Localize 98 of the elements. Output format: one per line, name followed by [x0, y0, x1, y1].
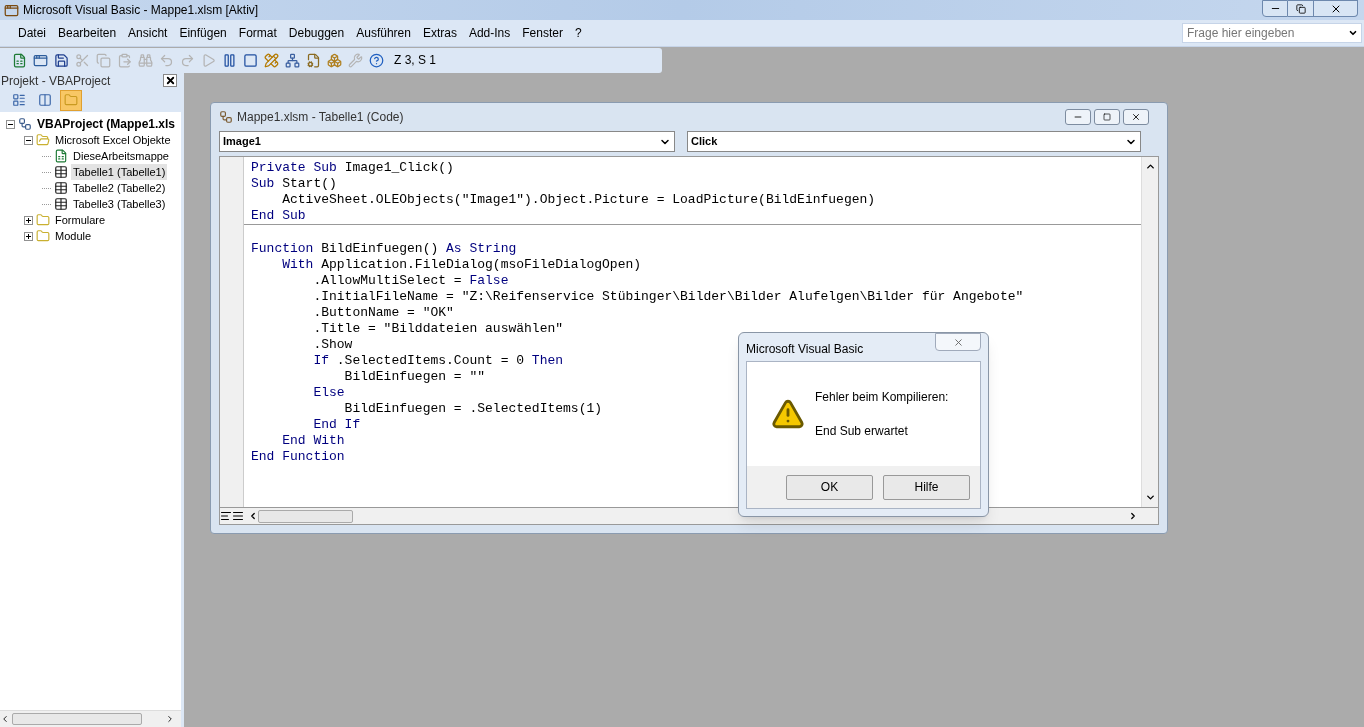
sheet-icon: [54, 181, 68, 195]
ruler-pencil-icon[interactable]: [264, 52, 279, 68]
tree-item[interactable]: Tabelle1 (Tabelle1): [71, 163, 168, 181]
code-line: Function BildEinfuegen() As String: [251, 241, 517, 256]
code-line: If .SelectedItems.Count = 0 Then: [312, 353, 564, 368]
form-icon[interactable]: [33, 52, 48, 68]
folder-icon: [36, 213, 50, 227]
code-line: .Show: [312, 337, 353, 352]
tree-item[interactable]: Formulare: [53, 211, 108, 229]
close-icon: [1131, 112, 1141, 122]
vertical-scrollbar[interactable]: [1141, 157, 1158, 507]
close-button[interactable]: [163, 74, 177, 87]
code-line: BildEinfuegen = "": [343, 369, 486, 384]
folder-icon: [64, 93, 78, 107]
code-line: .ButtonName = "OK": [312, 305, 454, 320]
code-line: .Title = "Bilddateien auswählen": [312, 321, 564, 336]
tree-item[interactable]: Tabelle2 (Tabelle2): [71, 179, 168, 197]
error-detail: End Sub erwartet: [815, 423, 909, 440]
tree-item[interactable]: VBAProject (Mappe1.xls: [35, 115, 178, 133]
folder-icon: [36, 229, 50, 243]
sheet-icon: [54, 165, 68, 179]
save-icon[interactable]: [54, 52, 69, 68]
code-line: .AllowMultiSelect = False: [312, 273, 509, 288]
scroll-left-icon[interactable]: [248, 511, 258, 521]
help-icon[interactable]: [369, 52, 384, 68]
workbook-icon: [54, 149, 68, 163]
code-line: .InitialFileName = "Z:\Reifenservice Stübinger\Bilder\Bilder Alufelgen\Bilder für Angebote": [312, 289, 1024, 304]
menu-item[interactable]: Fenster: [516, 24, 569, 42]
code-line: End If: [312, 417, 361, 432]
menu-item[interactable]: Ausführen: [350, 24, 417, 42]
app-icon: [4, 2, 19, 18]
list-icon: [12, 93, 26, 107]
dialog-button[interactable]: Hilfe: [883, 474, 970, 500]
menu-item[interactable]: Extras: [416, 24, 463, 42]
dropdown-icon[interactable]: [1348, 28, 1358, 38]
procedure-dropdown[interactable]: Click: [687, 131, 1141, 152]
minimize-button[interactable]: [1065, 109, 1091, 125]
object-dropdown[interactable]: Image1: [219, 131, 675, 152]
code-line: With Application.FileDialog(msoFileDialogOpen): [281, 257, 642, 272]
columns-icon: [38, 93, 52, 107]
expand-icon[interactable]: [24, 231, 33, 241]
collapse-icon[interactable]: [6, 119, 15, 129]
full-module-view-icon[interactable]: [232, 510, 244, 522]
menu-item[interactable]: Format: [232, 24, 283, 42]
menu-item[interactable]: Debuggen: [282, 24, 351, 42]
code-line: BildEinfuegen = .SelectedItems(1): [343, 401, 603, 416]
folder-toggle-button[interactable]: [60, 89, 82, 111]
warning-icon: [771, 397, 805, 431]
code-line: ActiveSheet.OLEObjects("Image1").Object.Picture = LoadPicture(BildEinfuegen): [281, 192, 876, 207]
maximize-icon: [1103, 113, 1111, 121]
tree-item[interactable]: Microsoft Excel Objekte: [53, 131, 173, 149]
restore-button[interactable]: [1288, 0, 1314, 17]
close-button[interactable]: [1123, 109, 1149, 125]
error-message: Fehler beim Kompilieren:: [815, 389, 949, 406]
code-line: End Function: [251, 449, 345, 464]
code-window-title: Mappe1.xlsm - Tabelle1 (Code): [237, 109, 404, 126]
tree-icon[interactable]: [285, 52, 300, 68]
menu-item[interactable]: ?: [568, 24, 588, 42]
restore-button[interactable]: [1094, 109, 1120, 125]
scroll-right-icon[interactable]: [165, 714, 175, 724]
code-line: Private Sub Image1_Click(): [251, 160, 454, 175]
scroll-up-icon[interactable]: [1144, 161, 1156, 172]
menu-item[interactable]: Ansicht: [122, 24, 174, 42]
objects-icon[interactable]: [327, 52, 342, 68]
scroll-thumb[interactable]: [12, 713, 142, 725]
folder-icon: [36, 133, 50, 147]
code-line: Else: [312, 385, 345, 400]
code-line: End Sub: [251, 208, 306, 223]
menu-item[interactable]: Add-Ins: [462, 24, 517, 42]
close-icon: [952, 336, 964, 348]
menu-item[interactable]: Datei: [12, 24, 52, 42]
procedure-view-icon[interactable]: [220, 510, 232, 522]
menu-item[interactable]: Einfügen: [173, 24, 233, 42]
stop-icon[interactable]: [243, 52, 258, 68]
tree-item[interactable]: DieseArbeitsmappe: [71, 147, 171, 165]
tree-item[interactable]: Tabelle3 (Tabelle3): [71, 195, 168, 213]
scroll-thumb[interactable]: [258, 509, 353, 523]
code-line: End With: [281, 433, 345, 448]
help-search-field[interactable]: Frage hier eingeben: [1182, 23, 1362, 43]
panel-title: Projekt - VBAProject: [1, 72, 111, 90]
window-title: Microsoft Visual Basic - Mappe1.xlsm [Aktiv]: [23, 2, 259, 19]
code-line: Sub Start(): [251, 176, 337, 191]
collapse-icon[interactable]: [24, 135, 33, 145]
menu-item[interactable]: Bearbeiten: [52, 24, 123, 42]
horizontal-scrollbar[interactable]: [0, 710, 181, 727]
cursor-position: Z 3, S 1: [394, 52, 438, 69]
scroll-down-icon[interactable]: [1144, 492, 1156, 503]
expand-icon[interactable]: [24, 215, 33, 225]
sheet-icon: [54, 197, 68, 211]
dialog-button[interactable]: OK: [786, 474, 873, 500]
tree-item[interactable]: Module: [53, 227, 94, 245]
properties-icon[interactable]: [306, 52, 321, 68]
restore-icon: [1295, 3, 1306, 14]
scroll-left-icon[interactable]: [0, 714, 10, 724]
scroll-right-icon[interactable]: [1128, 511, 1138, 521]
pause-icon[interactable]: [222, 52, 237, 68]
close-icon: [164, 75, 176, 86]
dialog-title: Microsoft Visual Basic: [746, 340, 864, 358]
